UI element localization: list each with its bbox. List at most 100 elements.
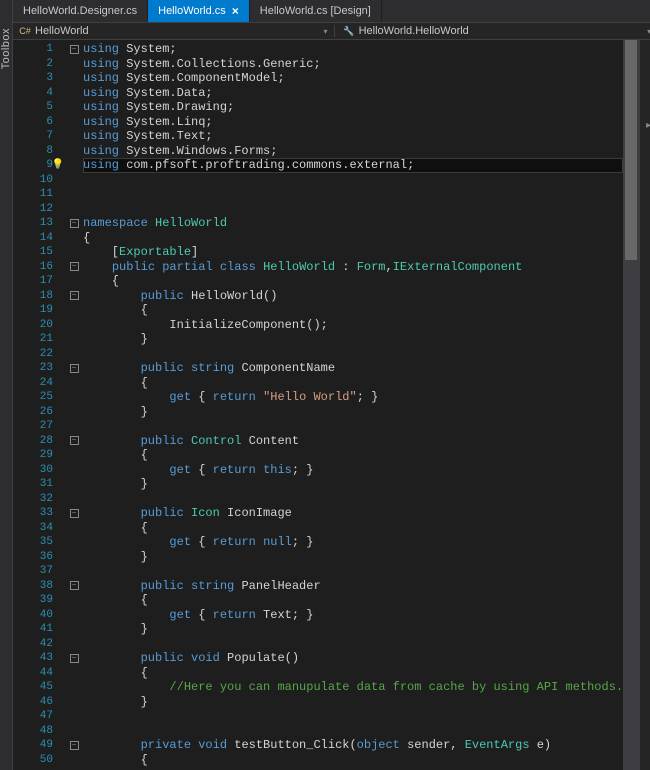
file-tab[interactable]: HelloWorld.cs [Design]: [250, 0, 382, 22]
code-line[interactable]: }: [83, 477, 623, 492]
code-line[interactable]: {: [83, 666, 623, 681]
code-line[interactable]: [83, 724, 623, 739]
code-line[interactable]: }: [83, 695, 623, 710]
code-line[interactable]: [83, 187, 623, 202]
line-number: 28: [13, 434, 53, 449]
fold-toggle[interactable]: −: [70, 509, 79, 518]
code-line[interactable]: public void Populate(): [83, 651, 623, 666]
code-line[interactable]: private void testButton_Click(object sen…: [83, 738, 623, 753]
fold-toggle[interactable]: −: [70, 364, 79, 373]
line-number: 45: [13, 680, 53, 695]
code-line[interactable]: {: [83, 593, 623, 608]
code-line[interactable]: [83, 347, 623, 362]
code-line[interactable]: }: [83, 622, 623, 637]
fold-toggle[interactable]: −: [70, 219, 79, 228]
line-number: 12: [13, 202, 53, 217]
chevron-down-icon: ▾: [324, 27, 328, 36]
code-line[interactable]: }: [83, 550, 623, 565]
code-line[interactable]: using System.Data;: [83, 86, 623, 101]
fold-toggle[interactable]: −: [70, 262, 79, 271]
code-line[interactable]: [83, 709, 623, 724]
code-line[interactable]: using System;: [83, 42, 623, 57]
code-line[interactable]: public string ComponentName: [83, 361, 623, 376]
code-line[interactable]: using System.Linq;: [83, 115, 623, 130]
code-line[interactable]: //Here you can manupulate data from cach…: [83, 680, 623, 695]
code-line[interactable]: [83, 173, 623, 188]
code-line[interactable]: using System.Collections.Generic;: [83, 57, 623, 72]
fold-toggle[interactable]: −: [70, 741, 79, 750]
code-line[interactable]: {: [83, 303, 623, 318]
file-tab[interactable]: HelloWorld.Designer.cs: [13, 0, 148, 22]
line-number-gutter: 123456789💡101112131415161718192021222324…: [13, 40, 67, 770]
scroll-thumb[interactable]: [625, 40, 637, 260]
line-number: 22: [13, 347, 53, 362]
code-line[interactable]: get { return "Hello World"; }: [83, 390, 623, 405]
line-number: 4: [13, 86, 53, 101]
outline-fold-column[interactable]: − − − − − − − − − −: [67, 40, 81, 770]
fold-toggle[interactable]: −: [70, 45, 79, 54]
line-number: 40: [13, 608, 53, 623]
fold-toggle[interactable]: −: [70, 654, 79, 663]
line-number: 8: [13, 144, 53, 159]
code-line[interactable]: using System.Text;: [83, 129, 623, 144]
code-line[interactable]: using com.pfsoft.proftrading.commons.ext…: [83, 158, 623, 173]
line-number: 18: [13, 289, 53, 304]
code-line[interactable]: get { return this; }: [83, 463, 623, 478]
file-tab[interactable]: HelloWorld.cs×: [148, 0, 250, 22]
code-line[interactable]: [83, 419, 623, 434]
code-line[interactable]: {: [83, 376, 623, 391]
code-area[interactable]: using System;using System.Collections.Ge…: [81, 40, 623, 770]
code-line[interactable]: {: [83, 274, 623, 289]
code-line[interactable]: using System.Drawing;: [83, 100, 623, 115]
nav-member-dropdown[interactable]: 🔧 HelloWorld.HelloWorld ▾: [335, 25, 650, 37]
collapse-bar[interactable]: ▸: [639, 40, 650, 770]
close-icon[interactable]: ×: [232, 4, 239, 18]
fold-toggle[interactable]: −: [70, 436, 79, 445]
code-line[interactable]: }: [83, 405, 623, 420]
fold-toggle[interactable]: −: [70, 581, 79, 590]
code-line[interactable]: namespace HelloWorld: [83, 216, 623, 231]
fold-toggle[interactable]: −: [70, 291, 79, 300]
code-line[interactable]: [Exportable]: [83, 245, 623, 260]
code-line[interactable]: }: [83, 332, 623, 347]
code-line[interactable]: {: [83, 521, 623, 536]
line-number: 34: [13, 521, 53, 536]
line-number: 29: [13, 448, 53, 463]
vertical-scrollbar[interactable]: [623, 40, 639, 770]
nav-scope-label: HelloWorld: [35, 25, 89, 37]
code-line[interactable]: InitializeComponent();: [83, 318, 623, 333]
code-editor[interactable]: 123456789💡101112131415161718192021222324…: [13, 40, 650, 770]
code-line[interactable]: [83, 564, 623, 579]
tab-label: HelloWorld.cs [Design]: [260, 5, 371, 17]
nav-scope-dropdown[interactable]: C# HelloWorld ▾: [13, 25, 335, 37]
line-number: 35: [13, 535, 53, 550]
toolbox-strip[interactable]: Toolbox: [0, 0, 13, 770]
tab-bar: HelloWorld.Designer.cs HelloWorld.cs× Hell…: [13, 0, 650, 22]
line-number: 47: [13, 709, 53, 724]
code-line[interactable]: public Control Content: [83, 434, 623, 449]
line-number: 46: [13, 695, 53, 710]
root: Toolbox HelloWorld.Designer.csHelloWorld…: [0, 0, 650, 770]
code-line[interactable]: {: [83, 231, 623, 246]
code-line[interactable]: [83, 492, 623, 507]
code-line[interactable]: [83, 637, 623, 652]
code-line[interactable]: get { return null; }: [83, 535, 623, 550]
tab-label: HelloWorld.Designer.cs: [23, 5, 137, 17]
line-number: 30: [13, 463, 53, 478]
code-line[interactable]: public HelloWorld(): [83, 289, 623, 304]
class-icon: 🔧: [343, 25, 355, 37]
code-line[interactable]: using System.ComponentModel;: [83, 71, 623, 86]
code-line[interactable]: get { return Text; }: [83, 608, 623, 623]
line-number: 33: [13, 506, 53, 521]
code-line[interactable]: public Icon IconImage: [83, 506, 623, 521]
line-number: 26: [13, 405, 53, 420]
code-line[interactable]: public partial class HelloWorld : Form,I…: [83, 260, 623, 275]
code-line[interactable]: using System.Windows.Forms;: [83, 144, 623, 159]
line-number: 16: [13, 260, 53, 275]
code-line[interactable]: public string PanelHeader: [83, 579, 623, 594]
line-number: 41: [13, 622, 53, 637]
code-line[interactable]: {: [83, 753, 623, 768]
code-line[interactable]: {: [83, 448, 623, 463]
code-line[interactable]: [83, 202, 623, 217]
lightbulb-icon[interactable]: 💡: [52, 159, 64, 174]
